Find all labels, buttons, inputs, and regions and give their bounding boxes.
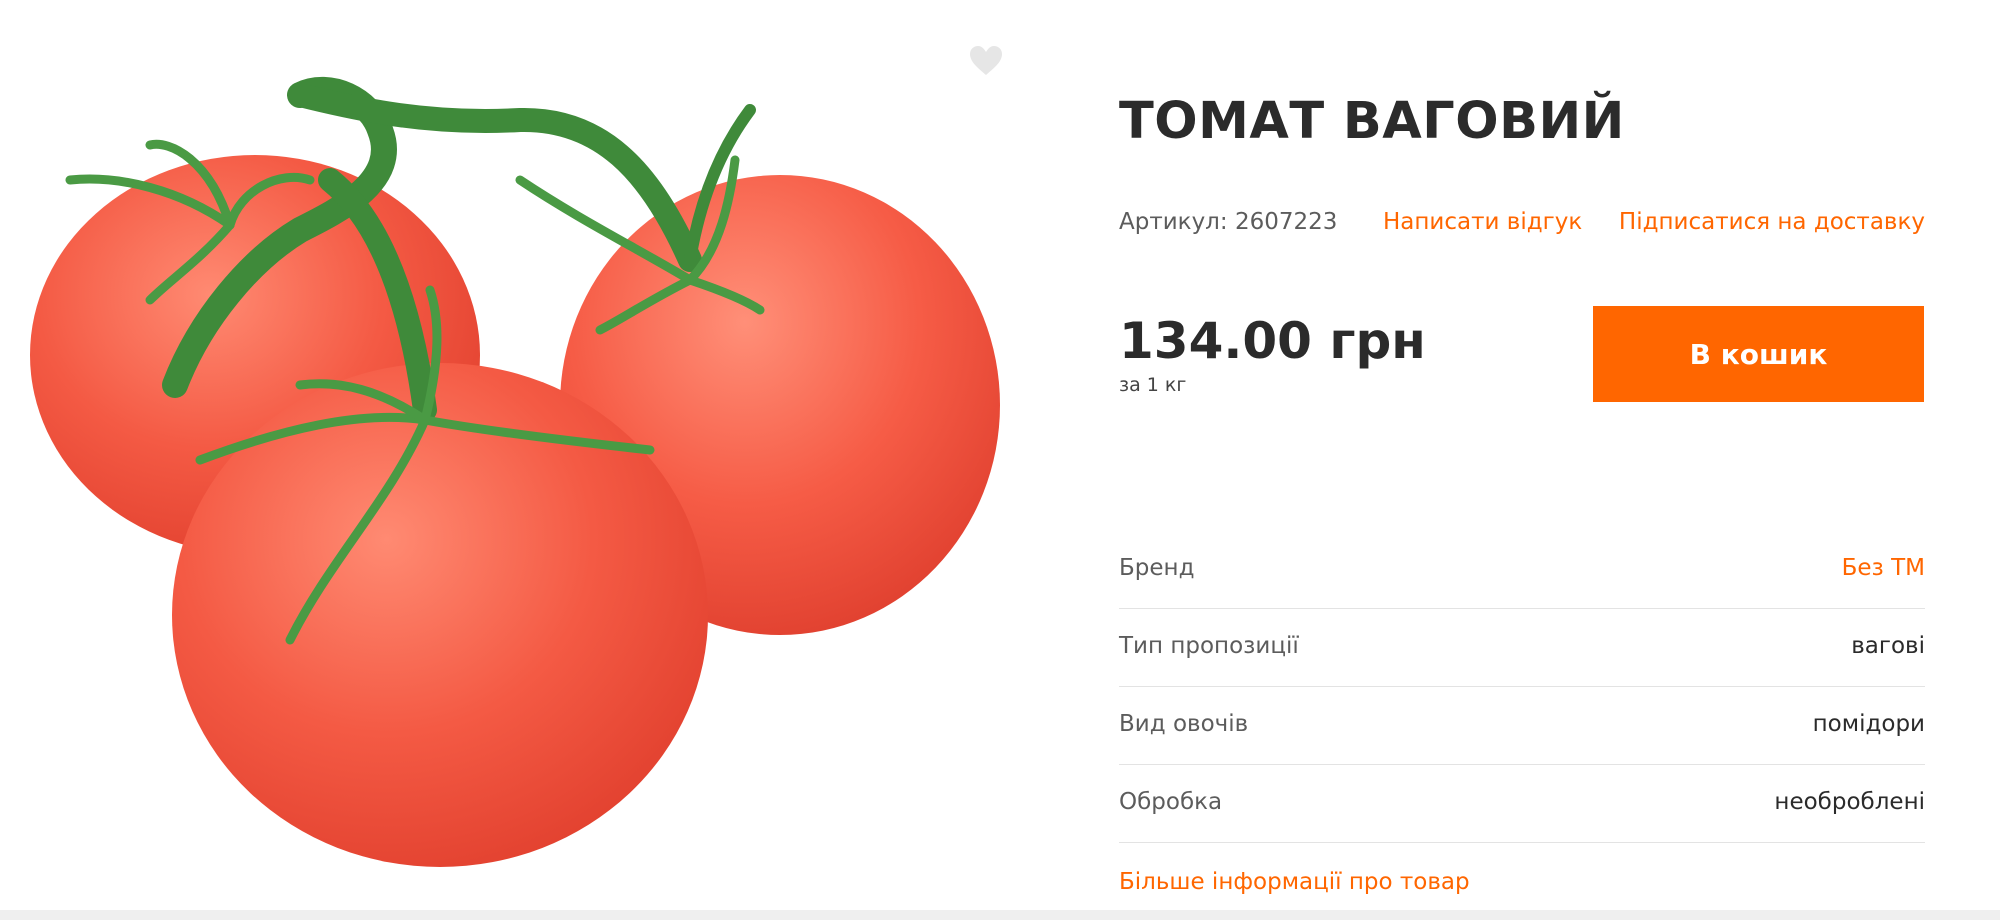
attribute-row-vegetable-type: Вид овочів помідори: [1119, 687, 1925, 765]
attribute-label: Вид овочів: [1119, 711, 1249, 737]
write-review-link[interactable]: Написати відгук: [1383, 209, 1582, 235]
brand-link[interactable]: Без ТМ: [1842, 555, 1925, 581]
attribute-row-brand: Бренд Без ТМ: [1119, 531, 1925, 609]
add-to-cart-button[interactable]: В кошик: [1593, 306, 1924, 402]
attribute-label: Тип пропозиції: [1119, 633, 1299, 659]
attribute-row-processing: Обробка необроблені: [1119, 765, 1925, 843]
product-meta: Артикул: 2607223 Написати відгук Підписа…: [1119, 209, 1925, 239]
subscribe-delivery-link[interactable]: Підписатися на доставку: [1619, 209, 1925, 235]
tomato-image: [30, 77, 1000, 867]
attribute-label: Обробка: [1119, 789, 1223, 815]
product-sku: Артикул: 2607223: [1119, 209, 1338, 235]
favorite-button[interactable]: [968, 44, 1004, 78]
heart-icon: [970, 46, 1002, 75]
attribute-label: Бренд: [1119, 555, 1195, 581]
page-bottom-strip: [0, 910, 2000, 920]
attribute-value: вагові: [1851, 633, 1925, 659]
attribute-value: помідори: [1812, 711, 1925, 737]
attribute-value: необроблені: [1774, 789, 1925, 815]
product-price: 134.00 грн: [1119, 312, 1426, 370]
product-image: [0, 0, 1050, 910]
attribute-row-offer-type: Тип пропозиції вагові: [1119, 609, 1925, 687]
attributes-table: Бренд Без ТМ Тип пропозиції вагові Вид о…: [1119, 531, 1925, 843]
more-info-link[interactable]: Більше інформації про товар: [1119, 869, 1470, 895]
product-title: ТОМАТ ВАГОВИЙ: [1119, 92, 1625, 151]
price-unit: за 1 кг: [1119, 374, 1187, 396]
